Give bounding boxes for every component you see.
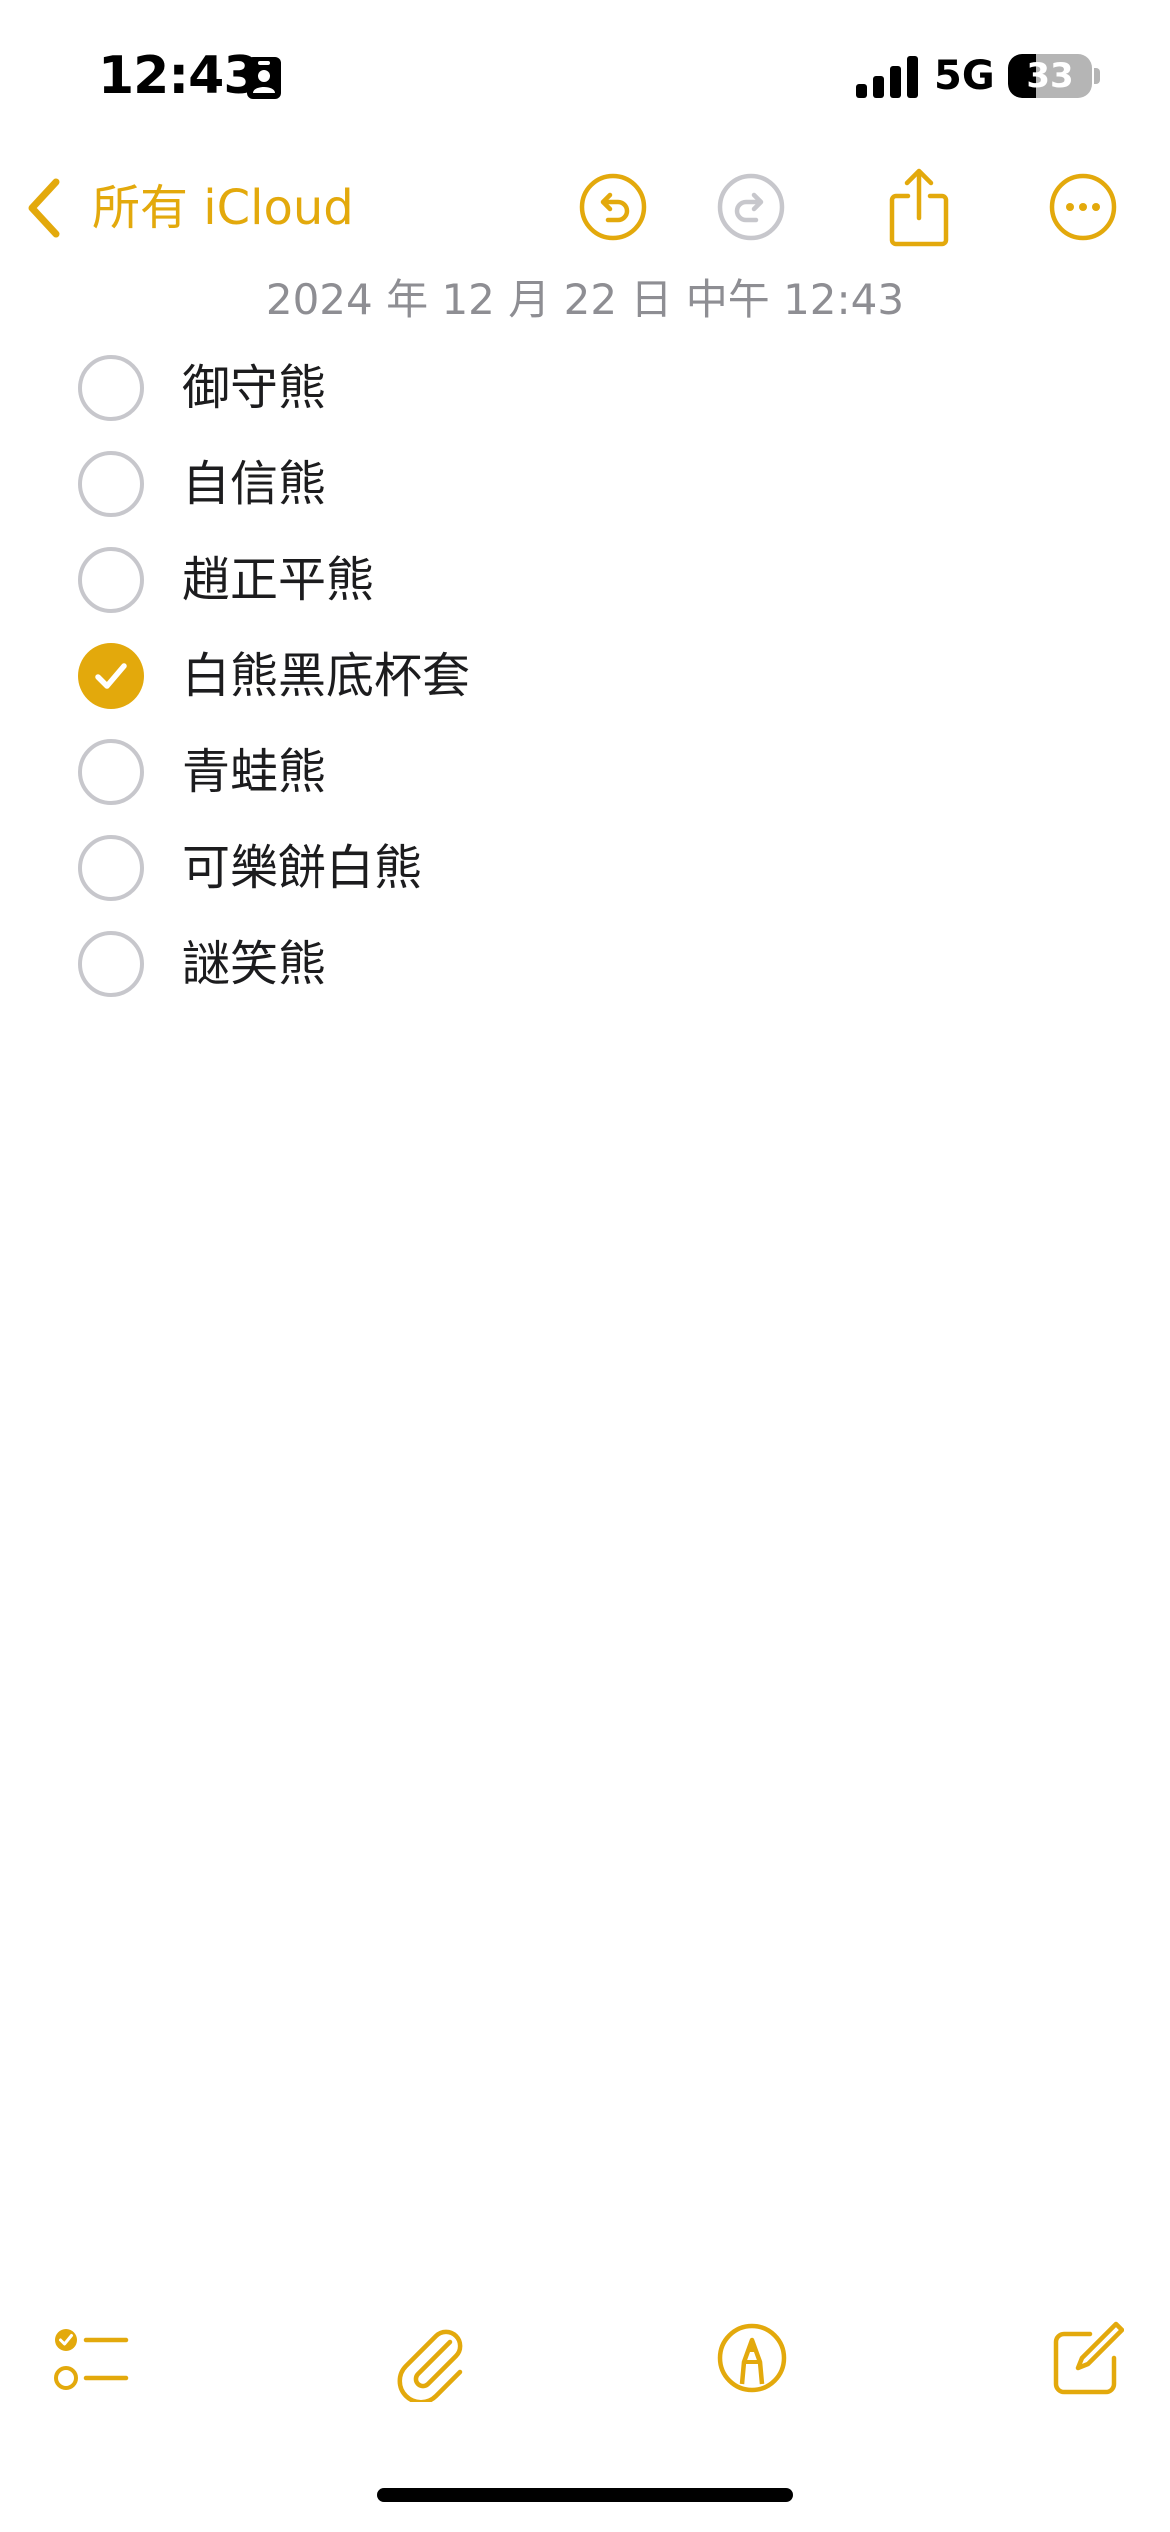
battery-cap bbox=[1094, 68, 1100, 84]
checkbox-checked[interactable] bbox=[78, 643, 144, 709]
checkmark-icon bbox=[95, 663, 127, 689]
checkbox[interactable] bbox=[78, 739, 144, 805]
home-indicator[interactable] bbox=[377, 2488, 793, 2502]
status-bar: 12:43 5G 33 bbox=[0, 0, 1170, 150]
checkbox[interactable] bbox=[78, 355, 144, 421]
checklist-item: 御守熊 bbox=[0, 340, 1170, 436]
checklist-item-label[interactable]: 可樂餅白熊 bbox=[182, 838, 422, 898]
chevron-left-icon bbox=[28, 178, 60, 238]
ellipsis-circle-icon[interactable] bbox=[1048, 172, 1118, 242]
checklist-item-label[interactable]: 趙正平熊 bbox=[182, 550, 374, 610]
checklist-item: 自信熊 bbox=[0, 436, 1170, 532]
note-date: 2024 年 12 月 22 日 中午 12:43 bbox=[265, 275, 905, 324]
network-type: 5G bbox=[934, 53, 995, 99]
checklist-item-label[interactable]: 白熊黑底杯套 bbox=[182, 646, 470, 706]
share-icon[interactable] bbox=[886, 166, 952, 248]
checklist-item: 青蛙熊 bbox=[0, 724, 1170, 820]
battery-icon: 33 bbox=[1008, 54, 1092, 98]
undo-icon[interactable] bbox=[578, 172, 648, 242]
back-button[interactable]: 所有 iCloud bbox=[22, 170, 354, 246]
redo-icon[interactable] bbox=[716, 172, 786, 242]
checklist-item: 趙正平熊 bbox=[0, 532, 1170, 628]
checkbox[interactable] bbox=[78, 547, 144, 613]
battery-level: 33 bbox=[1026, 56, 1074, 96]
checklist-item: 可樂餅白熊 bbox=[0, 820, 1170, 916]
checklist-icon[interactable] bbox=[54, 2326, 130, 2396]
markup-pen-icon[interactable] bbox=[716, 2322, 788, 2394]
cellular-signal-icon bbox=[856, 56, 918, 98]
checklist-item: 白熊黑底杯套 bbox=[0, 628, 1170, 724]
compose-icon[interactable] bbox=[1050, 2318, 1124, 2396]
checklist-item-label[interactable]: 自信熊 bbox=[182, 454, 326, 514]
checklist: 御守熊 自信熊 趙正平熊 白熊黑底杯套 青蛙熊 可樂餅白熊 謎笑熊 bbox=[0, 340, 1170, 1012]
status-time: 12:43 bbox=[98, 46, 260, 106]
back-label: 所有 iCloud bbox=[92, 180, 354, 236]
checklist-item-label[interactable]: 御守熊 bbox=[182, 358, 326, 418]
checkbox[interactable] bbox=[78, 835, 144, 901]
checklist-item-label[interactable]: 青蛙熊 bbox=[182, 742, 326, 802]
paperclip-icon[interactable] bbox=[390, 2322, 470, 2402]
checkbox[interactable] bbox=[78, 931, 144, 997]
checklist-item: 謎笑熊 bbox=[0, 916, 1170, 1012]
person-badge-icon bbox=[247, 57, 281, 99]
checklist-item-label[interactable]: 謎笑熊 bbox=[182, 934, 326, 994]
checkbox[interactable] bbox=[78, 451, 144, 517]
